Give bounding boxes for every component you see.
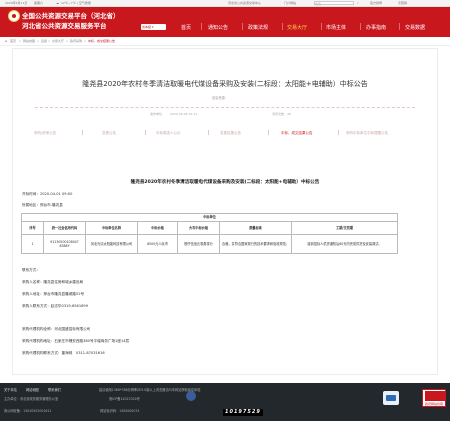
nav-market-entities[interactable]: 市场主体 bbox=[326, 24, 346, 31]
location-icon: ⌂ bbox=[5, 39, 7, 43]
nav-data[interactable]: 交易数据 bbox=[405, 24, 425, 31]
search-input[interactable]: 搜索 bbox=[314, 1, 354, 6]
breadcrumb-current: 中标、成交结果公告 bbox=[88, 39, 116, 43]
region-text: 所属地区：邢台市-隆尧县 bbox=[22, 203, 63, 207]
nav-trading-hall[interactable]: 交易大厅 bbox=[287, 24, 307, 31]
footer-link-about[interactable]: 关于本站 bbox=[4, 387, 17, 392]
col-header: 大写中标价格 bbox=[177, 221, 220, 235]
award-table: 中标单位 序号 统一社会信用代码 中标单位名称 中标价格 大写中标价格 质量标准… bbox=[21, 213, 398, 254]
date-text: 2020年4月11日 bbox=[5, 1, 28, 5]
footer-sponsor: 主办单位：河北省政务服务管理办公室 bbox=[4, 397, 59, 401]
tab-candidate-notice[interactable]: 中标候选人公示 bbox=[156, 131, 181, 136]
footer-link-contact[interactable]: 联系我们 bbox=[48, 387, 61, 392]
breadcrumb-home[interactable]: 首页 bbox=[10, 39, 16, 43]
nav-notices[interactable]: 通知公告 bbox=[208, 24, 228, 31]
nav-divider bbox=[321, 23, 322, 30]
site-title-line1: 全国公共资源交易平台（河北省） bbox=[22, 12, 120, 20]
breadcrumb: ⌂ 首页 » 网站地图 » 县级 » 交易大厅 » 政府采购 » 中标、成交结果… bbox=[0, 37, 450, 46]
visit-counter: 10197529 bbox=[223, 409, 263, 416]
tab-award-result[interactable]: 中标、成交结果公告 bbox=[281, 131, 313, 136]
footer-site-id: 网站标识码：1300000074 bbox=[100, 409, 140, 413]
nav-divider bbox=[399, 23, 400, 30]
contact-line: 采购代理机构联系方式：董海珠 0311-87031616 bbox=[22, 351, 105, 355]
report-error-badge[interactable]: 政府网站找错 bbox=[422, 389, 446, 407]
col-header: 中标单位名称 bbox=[85, 221, 138, 235]
emblem-logo bbox=[8, 10, 20, 22]
table-cell: 8500元人民币 bbox=[137, 234, 178, 254]
nav-divider bbox=[282, 23, 283, 30]
footer-link-sitemap[interactable]: 网站地图 bbox=[26, 387, 39, 392]
table-cell: 河北光清太阳能科技有限公司 bbox=[85, 234, 138, 254]
nav-home[interactable]: 首页 bbox=[181, 24, 191, 31]
col-header: 质量标准 bbox=[219, 221, 292, 235]
footer-icp: 冀ICP备14022324号 bbox=[109, 397, 140, 401]
tab-change-notice[interactable]: 变更公告 bbox=[102, 131, 116, 136]
nav-policies[interactable]: 政策法规 bbox=[248, 24, 268, 31]
contact-line: 采购代理机构全称：河北国盛招标有限公司 bbox=[22, 327, 91, 331]
publish-date: 2020-04-08 14:13 bbox=[170, 112, 198, 116]
breadcrumb-sep: » bbox=[66, 39, 68, 43]
topbar-link-portal[interactable]: 门户网站 bbox=[284, 1, 296, 5]
tab-change-result[interactable]: 变更结果公告 bbox=[220, 131, 241, 136]
table-cell: 接到招标人供货通知后60天内完成供货及安装调试。 bbox=[291, 234, 398, 254]
report-error-label: 政府网站找错 bbox=[425, 402, 444, 406]
accessibility-link[interactable]: 无障碍 bbox=[398, 1, 407, 5]
top-utility-bar: 2020年4月11日 星期六 ☁ 12℃~7℃ | 空气质量 河北省公共资源交易… bbox=[0, 0, 450, 7]
tab-award-reminder[interactable]: 采购中标单位中标提醒公告 bbox=[346, 131, 388, 136]
contact-line: 采购人名称：隆尧县住房和城乡建设局 bbox=[22, 280, 84, 284]
topbar-link-center[interactable]: 河北省公共资源交易中心 bbox=[228, 1, 261, 5]
table-cell: 合格，并符合国家现行的技术要求和验收规范。 bbox=[219, 234, 292, 254]
col-header: 工期/交货期 bbox=[291, 221, 398, 235]
view-count: 浏览次数：48 bbox=[272, 112, 291, 116]
breadcrumb-trading-hall[interactable]: 交易大厅 bbox=[52, 39, 64, 43]
col-header: 序号 bbox=[21, 221, 44, 235]
site-title-line2: 河北省公共资源交易服务平台 bbox=[22, 22, 107, 30]
nav-guide[interactable]: 办事指南 bbox=[366, 24, 386, 31]
region-select[interactable]: 省本级 ▾ bbox=[141, 24, 166, 30]
breadcrumb-county[interactable]: 县级 bbox=[41, 39, 47, 43]
meta-divider bbox=[35, 107, 415, 108]
nav-divider bbox=[360, 23, 361, 30]
weekday-text: 星期六 bbox=[34, 1, 44, 5]
publish-unit: 发布单位 bbox=[150, 112, 163, 116]
breadcrumb-sep: » bbox=[19, 39, 21, 43]
weibo-link[interactable]: 官方微博 bbox=[370, 1, 382, 5]
contact-header: 联系方式： bbox=[22, 268, 40, 272]
breadcrumb-procurement[interactable]: 政府采购 bbox=[70, 39, 82, 43]
nav-divider bbox=[201, 23, 202, 30]
table-row: 1 91130500108047 8388Y 河北光清太阳能科技有限公司 850… bbox=[21, 234, 398, 254]
contact-line: 采购人地址：邢台市隆尧县隆城路52号 bbox=[22, 292, 85, 296]
table-section-header: 中标单位 bbox=[21, 213, 398, 222]
info-source: 信息来源： bbox=[212, 96, 228, 100]
table-cell: 91130500108047 8388Y bbox=[43, 234, 86, 254]
weather-icon: ☁ bbox=[56, 1, 59, 5]
contact-line: 采购人联系方式：赵志华0319-6561699 bbox=[22, 304, 88, 308]
footer-police-record: 冀公网安备：13020502001611 bbox=[4, 409, 52, 413]
tab-procurement-notice[interactable]: 采购/资审公告 bbox=[34, 131, 56, 136]
police-badge-icon bbox=[186, 391, 196, 401]
gov-site-mark bbox=[386, 395, 396, 401]
document-title: 隆尧县2020年农村冬季清洁取暖电代煤设备采购及安装(二标段：太阳能+电辅助）中… bbox=[130, 180, 320, 185]
search-icon[interactable]: ⌕ bbox=[357, 1, 359, 5]
open-time: 开标时间：2020-04-01 09:00 bbox=[22, 192, 73, 196]
breadcrumb-sitemap[interactable]: 网站地图 bbox=[23, 39, 35, 43]
breadcrumb-sep: » bbox=[84, 39, 86, 43]
table-cell: 捌仟伍佰元零角零分 bbox=[177, 234, 220, 254]
breadcrumb-sep: » bbox=[48, 39, 50, 43]
col-header: 统一社会信用代码 bbox=[43, 221, 86, 235]
col-header: 中标价格 bbox=[137, 221, 178, 235]
contact-line: 采购代理机构地址：石家庄市槐安西路380号平堰商务广场1座14层 bbox=[22, 339, 130, 343]
article-title: 隆尧县2020年农村冬季清洁取暖电代煤设备采购及安装(二标段：太阳能+电辅助）中… bbox=[82, 80, 368, 88]
table-cell: 1 bbox=[21, 234, 44, 254]
nav-divider bbox=[242, 23, 243, 30]
weather-text: 12℃~7℃ | 空气质量 bbox=[61, 1, 91, 5]
breadcrumb-sep: » bbox=[37, 39, 39, 43]
footer-note: 建议使用1366*768分辨率/IE9.0版以上浏览器访问本网站获取最佳体验 bbox=[99, 388, 201, 392]
